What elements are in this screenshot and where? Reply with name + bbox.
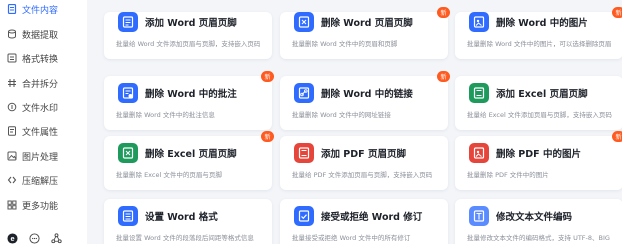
sidebar-item-label: 合并拆分 (22, 79, 59, 90)
tool-card-desc: 批量给 PDF 文件添加页眉与页脚，支持嵌入页码 (292, 171, 433, 179)
sidebar: 文件内容 数据提取 格式转换 合并拆分 文件水印 文件属性 图片处理 压缩解压 … (0, 0, 87, 244)
file-properties-icon (6, 126, 17, 137)
sidebar-item-format-convert[interactable]: 格式转换 (0, 47, 87, 69)
word-revision-icon (294, 206, 314, 226)
word-format-icon (118, 206, 138, 226)
word-header-remove-icon (294, 12, 314, 32)
sidebar-item-more-features[interactable]: 更多功能 (0, 194, 87, 216)
file-content-icon (6, 4, 17, 15)
new-badge: 新 (437, 7, 450, 18)
word-comment-remove-icon (118, 83, 138, 103)
share-icon[interactable] (50, 232, 62, 244)
tool-card-desc: 批量删除 PDF 文件中的图片 (467, 171, 549, 179)
data-extract-icon (6, 29, 17, 40)
tool-card-desc: 批量设置 Word 文件的段落段后间距等格式信息 (116, 234, 254, 242)
tool-card-desc: 批量删除 Word 文件中的图片，可以选择删除页眉 (467, 40, 612, 48)
tool-card-desc: 批量修改文本文件的编码格式，支持 UTF-8、BIG (467, 234, 610, 242)
sidebar-item-label: 文件水印 (22, 103, 59, 114)
tool-card-desc: 批量删除 Word 文件中的批注信息 (116, 111, 215, 119)
sidebar-item-compress[interactable]: 压缩解压 (0, 169, 87, 191)
sidebar-item-merge-split[interactable]: 合并拆分 (0, 72, 87, 94)
tool-card-title: 删除 Word 页眉页脚 (321, 18, 413, 29)
tool-card-desc: 批量删除 Word 文件中的网址链接 (292, 111, 391, 119)
tool-card-desc: 批量删除 Excel 文件中的页眉与页脚 (116, 171, 222, 179)
tool-card-title: 接受或拒绝 Word 修订 (321, 212, 423, 223)
tool-card-desc: 批量给 Excel 文件添加页眉与页脚，支持嵌入页码 (467, 111, 612, 119)
excel-header-remove-icon (118, 143, 138, 163)
sidebar-item-label: 更多功能 (22, 201, 59, 212)
tool-card-desc: 批量删除 Word 文件中的页眉和页脚 (292, 40, 398, 48)
sidebar-item-label: 文件内容 (22, 5, 59, 16)
sidebar-item-label: 格式转换 (22, 54, 59, 65)
tool-card-remove-word-links[interactable]: 删除 Word 中的链接 批量删除 Word 文件中的网址链接 新 (280, 71, 450, 130)
tool-card-remove-word-header-footer[interactable]: 删除 Word 页眉页脚 批量删除 Word 文件中的页眉和页脚 新 (280, 7, 450, 59)
tool-card-title: 修改文本文件编码 (496, 212, 573, 223)
tool-card-title: 添加 Excel 页眉页脚 (496, 89, 588, 100)
sidebar-item-watermark[interactable]: 文件水印 (0, 96, 87, 118)
sidebar-item-label: 压缩解压 (22, 176, 59, 187)
text-encoding-icon (469, 206, 489, 226)
format-convert-icon (6, 53, 17, 64)
tool-card-add-excel-header-footer[interactable]: 添加 Excel 页眉页脚 批量给 Excel 文件添加页眉与页脚，支持嵌入页码 (455, 76, 622, 130)
sidebar-item-label: 图片处理 (22, 152, 59, 163)
tool-card-desc: 批量给 Word 文件添加页眉与页脚，支持嵌入页码 (116, 40, 261, 48)
tool-card-title: 设置 Word 格式 (145, 212, 218, 223)
sidebar-item-file-properties[interactable]: 文件属性 (0, 120, 87, 142)
sidebar-bottom-icons: e (6, 232, 62, 244)
watermark-icon (6, 102, 17, 113)
image-process-icon (6, 151, 17, 162)
e-logo-icon[interactable]: e (6, 232, 18, 244)
tool-card-title: 删除 Word 中的图片 (496, 18, 588, 29)
new-badge: 新 (261, 131, 274, 142)
word-image-remove-icon (469, 12, 489, 32)
word-link-remove-icon (294, 83, 314, 103)
sidebar-item-data-extract[interactable]: 数据提取 (0, 23, 87, 45)
tool-card-title: 删除 Word 中的批注 (145, 89, 237, 100)
tool-card-remove-word-images[interactable]: 删除 Word 中的图片 批量删除 Word 文件中的图片，可以选择删除页眉 新 (455, 7, 622, 59)
tool-card-title: 删除 Excel 页眉页脚 (145, 149, 237, 160)
more-features-icon (6, 200, 17, 211)
merge-split-icon (6, 78, 17, 89)
tool-card-desc: 批量接受或拒绝 Word 文件中的所有修订 (292, 234, 411, 242)
tool-card-title: 添加 Word 页眉页脚 (145, 18, 237, 29)
new-badge: 新 (612, 131, 622, 142)
excel-header-add-icon (469, 83, 489, 103)
pdf-header-add-icon (294, 143, 314, 163)
tool-card-add-pdf-header-footer[interactable]: 添加 PDF 页眉页脚 批量给 PDF 文件添加页眉与页脚，支持嵌入页码 (280, 136, 448, 190)
word-header-add-icon (118, 12, 138, 32)
chat-icon[interactable] (28, 232, 40, 244)
tool-grid: 添加 Word 页眉页脚 批量给 Word 文件添加页眉与页脚，支持嵌入页码 删… (90, 0, 622, 244)
compress-icon (6, 175, 17, 186)
sidebar-item-label: 数据提取 (22, 30, 59, 41)
tool-card-remove-excel-header-footer[interactable]: 删除 Excel 页眉页脚 批量删除 Excel 文件中的页眉与页脚 新 (104, 131, 274, 190)
svg-text:e: e (10, 233, 14, 242)
tool-card-word-revisions[interactable]: 接受或拒绝 Word 修订 批量接受或拒绝 Word 文件中的所有修订 (280, 199, 448, 244)
new-badge: 新 (437, 71, 450, 82)
tool-card-title: 删除 Word 中的链接 (321, 89, 413, 100)
tool-card-add-word-header-footer[interactable]: 添加 Word 页眉页脚 批量给 Word 文件添加页眉与页脚，支持嵌入页码 (104, 12, 272, 59)
tool-card-title: 添加 PDF 页眉页脚 (321, 149, 406, 160)
new-badge: 新 (261, 71, 274, 82)
sidebar-item-file-content[interactable]: 文件内容 (0, 0, 87, 20)
pdf-image-remove-icon (469, 143, 489, 163)
new-badge: 新 (612, 7, 622, 18)
sidebar-item-label: 文件属性 (22, 127, 59, 138)
tool-card-remove-word-comments[interactable]: 删除 Word 中的批注 批量删除 Word 文件中的批注信息 新 (104, 71, 274, 130)
tool-card-title: 删除 PDF 中的图片 (496, 149, 581, 160)
tool-card-remove-pdf-images[interactable]: 删除 PDF 中的图片 批量删除 PDF 文件中的图片 新 (455, 131, 622, 190)
tool-card-text-encoding[interactable]: 修改文本文件编码 批量修改文本文件的编码格式，支持 UTF-8、BIG (455, 199, 622, 244)
sidebar-item-image-process[interactable]: 图片处理 (0, 145, 87, 167)
tool-card-set-word-format[interactable]: 设置 Word 格式 批量设置 Word 文件的段落段后间距等格式信息 (104, 199, 272, 244)
